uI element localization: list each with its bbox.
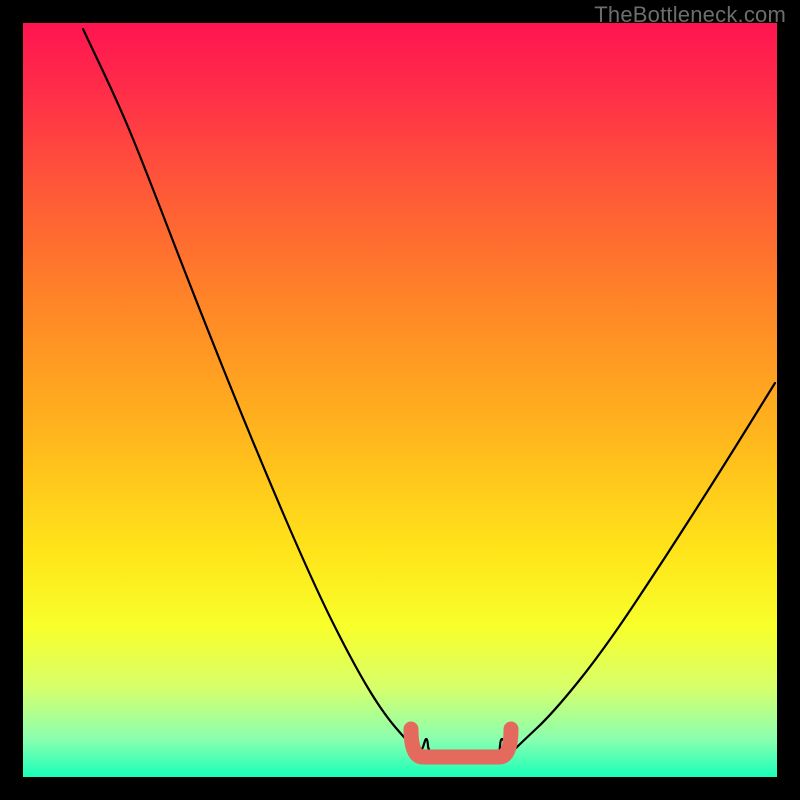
plot-svg <box>23 23 777 777</box>
optimal-range-bracket <box>411 729 511 757</box>
chart-area <box>23 23 777 777</box>
watermark-text: TheBottleneck.com <box>594 2 786 28</box>
bottleneck-curve <box>83 29 775 759</box>
